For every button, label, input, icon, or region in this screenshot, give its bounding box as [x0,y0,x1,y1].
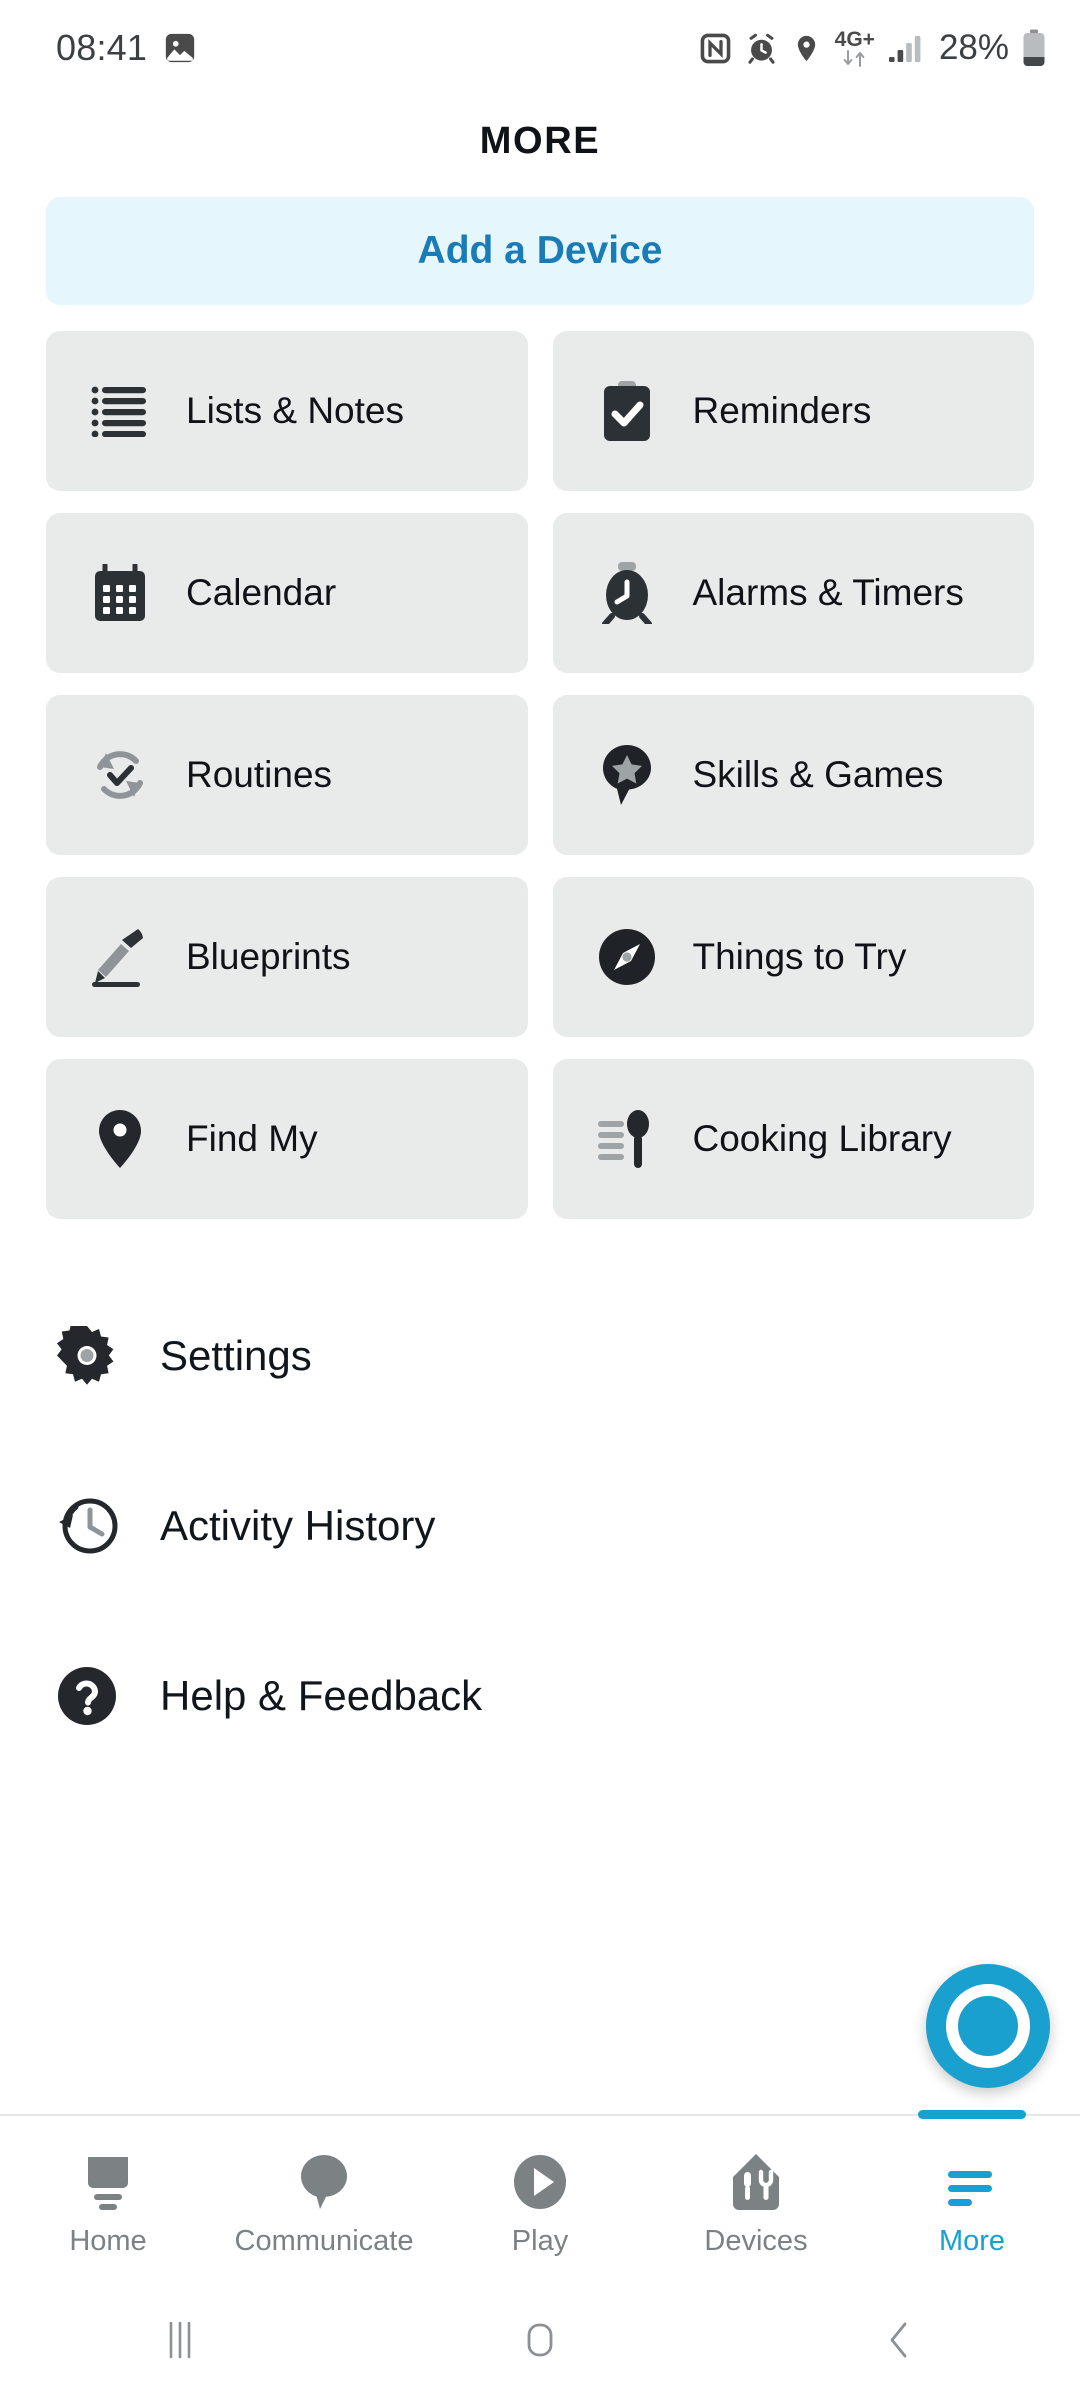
status-clock: 08:41 [56,27,148,68]
tile-calendar[interactable]: Calendar [46,513,528,673]
tile-reminders[interactable]: Reminders [552,331,1034,491]
data-transfer-icon: 4G+ [835,29,875,67]
pencil-icon [88,925,152,989]
tile-things-to-try[interactable]: Things to Try [552,877,1034,1037]
hamburger-icon [944,2147,1000,2211]
tile-label: Find My [186,1117,318,1159]
menu-item-settings[interactable]: Settings [56,1271,1034,1441]
location-icon [797,35,815,61]
spoon-recipe-icon [595,1107,659,1171]
active-tab-indicator [918,2110,1026,2119]
network-type-label: 4G+ [834,28,875,51]
map-pin-icon [88,1107,152,1171]
tile-alarms-and-timers[interactable]: Alarms & Timers [552,513,1034,673]
refresh-check-icon [88,743,152,807]
add-device-label: Add a Device [417,229,663,272]
alexa-fab-button[interactable] [926,1964,1050,2088]
menu-item-label: Activity History [160,1502,436,1549]
gear-icon [56,1325,118,1387]
tile-label: Calendar [186,571,337,613]
tile-cooking-library[interactable]: Cooking Library [552,1059,1034,1219]
back-chevron-icon [890,2322,907,2358]
tile-label: Reminders [692,389,872,431]
play-circle-icon [512,2147,568,2211]
menu-item-help-and-feedback[interactable]: Help & Feedback [56,1611,1034,1781]
tile-label: Blueprints [186,935,351,977]
status-bar: 08:41 4G+ 28% [0,0,1080,96]
nav-tab-label: Play [511,2224,569,2257]
home-square-icon [527,2323,553,2357]
add-device-banner[interactable]: Add a Device [46,197,1034,305]
nav-tab-home[interactable]: Home [0,2116,216,2280]
nav-tab-label: Devices [704,2224,808,2257]
app-screen: 08:41 4G+ 28% MORE Add a Device Lists & … [0,0,1080,2400]
nav-tab-more[interactable]: More [864,2110,1080,2280]
tile-label: Cooking Library [692,1117,952,1159]
status-bar-right: 4G+ 28% [699,28,1046,68]
alarm-clock-icon [595,561,659,625]
tile-label: Lists & Notes [186,389,404,431]
tile-label: Alarms & Timers [692,571,964,613]
nav-tab-label: Communicate [234,2224,414,2257]
menu-item-label: Help & Feedback [160,1672,483,1719]
recents-button[interactable] [0,2316,360,2364]
tile-routines[interactable]: Routines [46,695,528,855]
menu-item-label: Settings [160,1332,312,1379]
back-button[interactable] [720,2316,1080,2364]
menu-list: Settings Activity History Help & Feedbac… [46,1271,1034,1781]
home-icon [82,2147,134,2211]
devices-icon [730,2147,782,2211]
chat-bubble-icon [298,2147,350,2211]
star-pin-icon [595,743,659,807]
compass-icon [595,925,659,989]
tile-find-my[interactable]: Find My [46,1059,528,1219]
tile-skills-and-games[interactable]: Skills & Games [552,695,1034,855]
nfc-icon [700,33,731,63]
list-icon [88,379,152,443]
calendar-icon [88,561,152,625]
content-area: Add a Device Lists & Notes Reminders Cal… [0,197,1080,2114]
feature-grid: Lists & Notes Reminders Calendar Alarms … [46,331,1034,1219]
nav-tab-communicate[interactable]: Communicate [216,2116,432,2280]
nav-tab-play[interactable]: Play [432,2116,648,2280]
page-title: MORE [479,120,601,162]
photo-icon [165,33,195,63]
nav-tab-devices[interactable]: Devices [648,2116,864,2280]
alexa-icon [946,1984,1030,2068]
updown-arrows-icon [843,50,865,67]
question-circle-icon [56,1665,118,1727]
signal-icon [888,36,921,62]
home-button[interactable] [360,2316,720,2364]
bottom-navigation: Home Communicate Play Devices More [0,2110,1080,2280]
recents-icon [169,2321,191,2359]
menu-item-activity-history[interactable]: Activity History [56,1441,1034,1611]
tile-blueprints[interactable]: Blueprints [46,877,528,1037]
battery-percent-label: 28% [938,28,1009,67]
tile-label: Things to Try [692,935,907,977]
status-bar-left: 08:41 [56,27,197,69]
history-clock-icon [56,1495,118,1557]
clipboard-check-icon [595,379,659,443]
alarm-icon [748,33,775,64]
tile-lists-and-notes[interactable]: Lists & Notes [46,331,528,491]
tile-label: Routines [186,753,333,795]
battery-icon [1023,29,1045,66]
nav-tab-label: More [938,2224,1006,2257]
tile-label: Skills & Games [692,753,944,795]
android-navigation-bar [0,2280,1080,2400]
nav-tab-label: Home [69,2224,147,2257]
